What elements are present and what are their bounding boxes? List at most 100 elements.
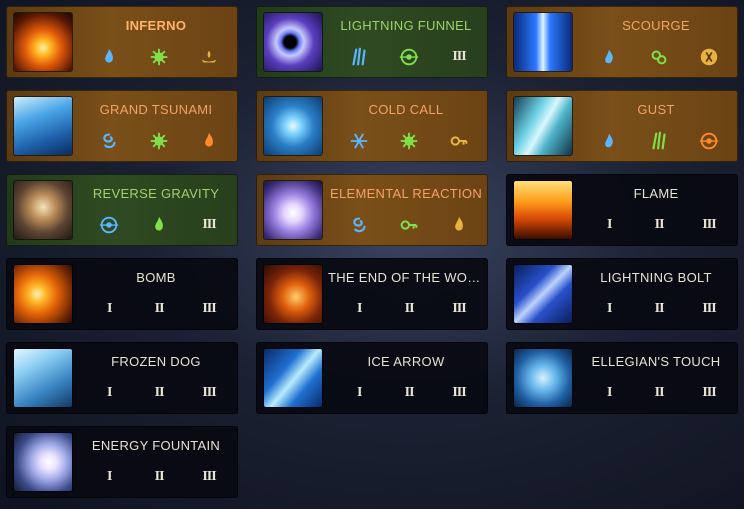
- upgrade-tier-1[interactable]: I: [96, 464, 122, 490]
- skill-card-scourge[interactable]: SCOURGE: [506, 6, 738, 78]
- golden-key-icon[interactable]: [446, 128, 472, 154]
- skill-name: LIGHTNING BOLT: [600, 270, 712, 285]
- skill-name: SCOURGE: [622, 18, 690, 33]
- blue-swirl-icon[interactable]: [96, 128, 122, 154]
- green-target-icon[interactable]: [396, 44, 422, 70]
- blue-target-icon[interactable]: [96, 212, 122, 238]
- skill-name: ELLEGIAN'S TOUCH: [591, 354, 721, 369]
- skill-name: THE END OF THE WOR...: [328, 270, 484, 285]
- upgrade-tier-2[interactable]: II: [396, 296, 422, 322]
- golden-flame-icon[interactable]: [446, 212, 472, 238]
- upgrade-tier-1[interactable]: I: [596, 296, 622, 322]
- skill-art-rock-figure: [14, 181, 72, 239]
- upgrade-tier-2[interactable]: II: [646, 296, 672, 322]
- green-burst-icon[interactable]: [146, 44, 172, 70]
- skill-art-purple-vortex: [264, 13, 322, 71]
- orange-flame-icon[interactable]: [196, 128, 222, 154]
- upgrade-slots: [328, 128, 484, 154]
- upgrade-tier-1[interactable]: I: [96, 380, 122, 406]
- upgrade-tier-3[interactable]: III: [696, 380, 722, 406]
- upgrade-slots: III: [78, 212, 234, 238]
- skill-name: ELEMENTAL REACTION: [329, 186, 483, 201]
- upgrade-tier-1[interactable]: I: [596, 380, 622, 406]
- upgrade-tier-3[interactable]: III: [196, 380, 222, 406]
- upgrade-tier-2[interactable]: II: [646, 380, 672, 406]
- upgrade-tier-1[interactable]: I: [346, 296, 372, 322]
- upgrade-tier-3[interactable]: III: [196, 464, 222, 490]
- skill-card-the-end-of-the-wor[interactable]: THE END OF THE WOR... I II III: [256, 258, 488, 330]
- upgrade-slots: [78, 128, 234, 154]
- blue-drop-icon[interactable]: [596, 128, 622, 154]
- upgrade-slots: I II III: [328, 296, 484, 322]
- skill-card-frozen-dog[interactable]: FROZEN DOG I II III: [6, 342, 238, 414]
- orange-target-icon[interactable]: [696, 128, 722, 154]
- skill-card-elemental-reaction[interactable]: ELEMENTAL REACTION: [256, 174, 488, 246]
- upgrade-tier-2[interactable]: II: [146, 464, 172, 490]
- skill-card-bomb[interactable]: BOMB I II III: [6, 258, 238, 330]
- skill-card-flame[interactable]: FLAME I II III: [506, 174, 738, 246]
- skill-art-orb-figure: [514, 349, 572, 407]
- golden-lamp-icon[interactable]: [196, 44, 222, 70]
- upgrade-slots: [578, 44, 734, 70]
- skill-card-inferno[interactable]: INFERNO: [6, 6, 238, 78]
- upgrade-tier-1[interactable]: I: [96, 296, 122, 322]
- blue-swirl-icon[interactable]: [346, 212, 372, 238]
- green-claw-icon[interactable]: [646, 128, 672, 154]
- upgrade-slots: I II III: [78, 380, 234, 406]
- skill-name: GRAND TSUNAMI: [99, 102, 213, 117]
- blue-claw-icon[interactable]: [346, 44, 372, 70]
- upgrade-slots: I II III: [78, 296, 234, 322]
- skill-name: REVERSE GRAVITY: [92, 186, 220, 201]
- upgrade-slots: [328, 212, 484, 238]
- upgrade-slots: [78, 44, 234, 70]
- golden-rune-icon[interactable]: [696, 44, 722, 70]
- skill-art-ice-sigil: [264, 97, 322, 155]
- skill-art-fire-column: [14, 13, 72, 71]
- skill-card-energy-fountain[interactable]: ENERGY FOUNTAIN I II III: [6, 426, 238, 498]
- upgrade-tier-3[interactable]: III: [696, 212, 722, 238]
- skill-name: GUST: [637, 102, 675, 117]
- skill-name: COLD CALL: [368, 102, 444, 117]
- skill-art-spear: [514, 265, 572, 323]
- blue-drop-icon[interactable]: [596, 44, 622, 70]
- upgrade-tier-2[interactable]: II: [646, 212, 672, 238]
- green-sun-icon[interactable]: [146, 128, 172, 154]
- upgrade-tier-1[interactable]: I: [596, 212, 622, 238]
- skill-name: ICE ARROW: [367, 354, 445, 369]
- upgrade-tier-2[interactable]: II: [146, 296, 172, 322]
- upgrade-tier-2[interactable]: II: [146, 380, 172, 406]
- skill-art-meteor: [264, 265, 322, 323]
- skill-art-crystal: [264, 181, 322, 239]
- green-chain-icon[interactable]: [646, 44, 672, 70]
- upgrade-tier-3[interactable]: III: [446, 44, 472, 70]
- upgrade-tier-2[interactable]: II: [396, 380, 422, 406]
- skill-card-gust[interactable]: GUST: [506, 90, 738, 162]
- skill-art-frost: [14, 349, 72, 407]
- skill-art-blue-beam: [514, 13, 572, 71]
- upgrade-tier-3[interactable]: III: [196, 296, 222, 322]
- upgrade-slots: III: [328, 44, 484, 70]
- green-flame-icon[interactable]: [146, 212, 172, 238]
- upgrade-tier-3[interactable]: III: [196, 212, 222, 238]
- skill-name: FLAME: [633, 186, 679, 201]
- upgrade-slots: I II III: [328, 380, 484, 406]
- skill-card-reverse-gravity[interactable]: REVERSE GRAVITY III: [6, 174, 238, 246]
- skill-card-lightning-funnel[interactable]: LIGHTNING FUNNEL III: [256, 6, 488, 78]
- upgrade-tier-3[interactable]: III: [696, 296, 722, 322]
- green-key-icon[interactable]: [396, 212, 422, 238]
- skill-card-ellegian-s-touch[interactable]: ELLEGIAN'S TOUCH I II III: [506, 342, 738, 414]
- skill-art-wind: [514, 97, 572, 155]
- skill-card-cold-call[interactable]: COLD CALL: [256, 90, 488, 162]
- skill-name: FROZEN DOG: [111, 354, 201, 369]
- skill-card-lightning-bolt[interactable]: LIGHTNING BOLT I II III: [506, 258, 738, 330]
- upgrade-tier-1[interactable]: I: [346, 380, 372, 406]
- upgrade-tier-3[interactable]: III: [446, 296, 472, 322]
- blue-snowflake-icon[interactable]: [346, 128, 372, 154]
- green-sun-icon[interactable]: [396, 128, 422, 154]
- skill-card-grand-tsunami[interactable]: GRAND TSUNAMI: [6, 90, 238, 162]
- upgrade-slots: I II III: [78, 464, 234, 490]
- skill-art-energy: [14, 433, 72, 491]
- upgrade-tier-3[interactable]: III: [446, 380, 472, 406]
- blue-flame-icon[interactable]: [96, 44, 122, 70]
- skill-card-ice-arrow[interactable]: ICE ARROW I II III: [256, 342, 488, 414]
